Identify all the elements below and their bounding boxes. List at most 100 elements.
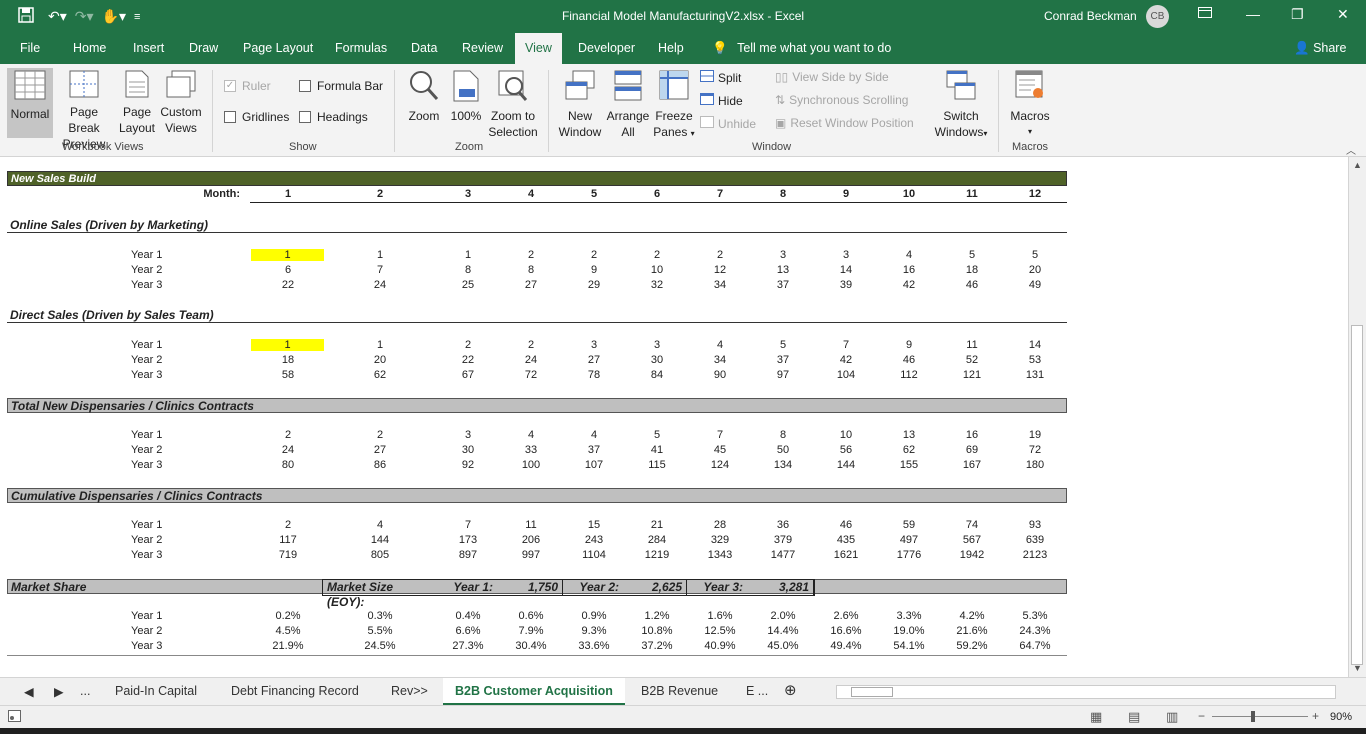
tab-home[interactable]: Home bbox=[73, 41, 106, 55]
data-cell[interactable]: 2 bbox=[506, 249, 556, 261]
data-cell[interactable]: 1 bbox=[251, 339, 324, 351]
data-cell[interactable]: 62 bbox=[355, 369, 405, 381]
month-header-cell[interactable]: 2 bbox=[355, 188, 405, 200]
tab-file[interactable]: File bbox=[20, 41, 40, 55]
data-cell[interactable]: 72 bbox=[506, 369, 556, 381]
data-cell[interactable]: 134 bbox=[758, 459, 808, 471]
data-cell[interactable]: 4.5% bbox=[263, 625, 313, 637]
zoom-100-button[interactable]: 100% bbox=[448, 70, 484, 124]
data-cell[interactable]: 25 bbox=[443, 279, 493, 291]
data-cell[interactable]: 131 bbox=[1010, 369, 1060, 381]
avatar[interactable]: CB bbox=[1146, 5, 1169, 28]
data-cell[interactable]: 144 bbox=[821, 459, 871, 471]
data-cell[interactable]: 2.6% bbox=[821, 610, 871, 622]
data-cell[interactable]: 27 bbox=[355, 444, 405, 456]
sheet-tab-b2b-customer-acquisition[interactable]: B2B Customer Acquisition bbox=[443, 678, 625, 705]
data-cell[interactable]: 30.4% bbox=[506, 640, 556, 652]
data-cell[interactable]: 13 bbox=[758, 264, 808, 276]
market-size-year2-label[interactable]: Year 2: bbox=[563, 580, 623, 595]
data-cell[interactable]: 3 bbox=[632, 339, 682, 351]
data-cell[interactable]: 53 bbox=[1010, 354, 1060, 366]
data-cell[interactable]: 497 bbox=[884, 534, 934, 546]
data-cell[interactable]: 1621 bbox=[821, 549, 871, 561]
section-header[interactable]: Direct Sales (Driven by Sales Team) bbox=[7, 308, 1067, 323]
section-header[interactable]: Cumulative Dispensaries / Clinics Contra… bbox=[7, 488, 1067, 503]
data-cell[interactable]: 0.9% bbox=[569, 610, 619, 622]
sheet-tab-more-left[interactable]: ... bbox=[80, 684, 90, 698]
data-cell[interactable]: 14 bbox=[821, 264, 871, 276]
row-label[interactable]: Year 1 bbox=[131, 249, 162, 261]
data-cell[interactable]: 173 bbox=[443, 534, 493, 546]
data-cell[interactable]: 435 bbox=[821, 534, 871, 546]
data-cell[interactable]: 29 bbox=[569, 279, 619, 291]
sheet-tab-paid-in-capital[interactable]: Paid-In Capital bbox=[115, 684, 197, 698]
zoom-in-icon[interactable]: + bbox=[1312, 709, 1319, 723]
data-cell[interactable]: 19 bbox=[1010, 429, 1060, 441]
data-cell[interactable]: 10 bbox=[632, 264, 682, 276]
data-cell[interactable]: 37.2% bbox=[632, 640, 682, 652]
data-cell[interactable]: 1942 bbox=[947, 549, 997, 561]
data-cell[interactable]: 16 bbox=[947, 429, 997, 441]
data-cell[interactable]: 5.5% bbox=[355, 625, 405, 637]
data-cell[interactable]: 18 bbox=[947, 264, 997, 276]
headings-checkbox[interactable]: Headings bbox=[299, 110, 368, 124]
horizontal-scrollbar[interactable] bbox=[836, 685, 1336, 699]
row-label[interactable]: Year 2 bbox=[131, 354, 162, 366]
data-cell[interactable]: 19.0% bbox=[884, 625, 934, 637]
data-cell[interactable]: 4 bbox=[695, 339, 745, 351]
data-cell[interactable]: 41 bbox=[632, 444, 682, 456]
data-cell[interactable]: 24.3% bbox=[1010, 625, 1060, 637]
zoom-slider[interactable] bbox=[1212, 716, 1308, 717]
switch-windows-button[interactable]: Switch Windows▾ bbox=[930, 70, 992, 142]
data-cell[interactable]: 14.4% bbox=[758, 625, 808, 637]
data-cell[interactable]: 2 bbox=[355, 429, 405, 441]
zoom-level[interactable]: 90% bbox=[1330, 711, 1352, 723]
row-label[interactable]: Year 2 bbox=[131, 264, 162, 276]
data-cell[interactable]: 20 bbox=[1010, 264, 1060, 276]
freeze-panes-button[interactable]: Freeze Panes ▾ bbox=[652, 70, 696, 142]
data-cell[interactable]: 155 bbox=[884, 459, 934, 471]
normal-view-button[interactable]: Normal bbox=[7, 68, 53, 138]
data-cell[interactable]: 124 bbox=[695, 459, 745, 471]
data-cell[interactable]: 54.1% bbox=[884, 640, 934, 652]
normal-view-status-icon[interactable]: ▦ bbox=[1090, 709, 1102, 725]
data-cell[interactable]: 27 bbox=[506, 279, 556, 291]
data-cell[interactable]: 30 bbox=[632, 354, 682, 366]
data-cell[interactable]: 100 bbox=[506, 459, 556, 471]
data-cell[interactable]: 16 bbox=[884, 264, 934, 276]
data-cell[interactable]: 5 bbox=[758, 339, 808, 351]
reset-window-position-button[interactable]: ▣ Reset Window Position bbox=[775, 116, 914, 130]
sheet-tab-debt-financing-record[interactable]: Debt Financing Record bbox=[231, 684, 359, 698]
data-cell[interactable]: 2 bbox=[506, 339, 556, 351]
tab-page-layout[interactable]: Page Layout bbox=[243, 41, 313, 55]
market-size-year3-value[interactable]: 3,281 bbox=[747, 580, 814, 595]
data-cell[interactable]: 2 bbox=[263, 519, 313, 531]
data-cell[interactable]: 49 bbox=[1010, 279, 1060, 291]
data-cell[interactable]: 1343 bbox=[695, 549, 745, 561]
data-cell[interactable]: 1104 bbox=[569, 549, 619, 561]
data-cell[interactable]: 84 bbox=[632, 369, 682, 381]
data-cell[interactable]: 7 bbox=[443, 519, 493, 531]
data-cell[interactable]: 42 bbox=[821, 354, 871, 366]
market-size-year3-label[interactable]: Year 3: bbox=[687, 580, 747, 595]
data-cell[interactable]: 206 bbox=[506, 534, 556, 546]
data-cell[interactable]: 1776 bbox=[884, 549, 934, 561]
custom-views-button[interactable]: Custom Views bbox=[158, 70, 204, 136]
tab-review[interactable]: Review bbox=[462, 41, 503, 55]
collapse-ribbon-icon[interactable]: ︿ bbox=[1346, 142, 1356, 157]
data-cell[interactable]: 8 bbox=[443, 264, 493, 276]
data-cell[interactable]: 50 bbox=[758, 444, 808, 456]
data-cell[interactable]: 243 bbox=[569, 534, 619, 546]
data-cell[interactable]: 93 bbox=[1010, 519, 1060, 531]
data-cell[interactable]: 37 bbox=[758, 279, 808, 291]
data-cell[interactable]: 379 bbox=[758, 534, 808, 546]
row-label[interactable]: Year 2 bbox=[131, 444, 162, 456]
data-cell[interactable]: 2 bbox=[443, 339, 493, 351]
data-cell[interactable]: 20 bbox=[355, 354, 405, 366]
data-cell[interactable]: 4 bbox=[569, 429, 619, 441]
data-cell[interactable]: 3 bbox=[569, 339, 619, 351]
data-cell[interactable]: 1 bbox=[443, 249, 493, 261]
tab-developer[interactable]: Developer bbox=[578, 41, 635, 55]
data-cell[interactable]: 9 bbox=[569, 264, 619, 276]
data-cell[interactable]: 97 bbox=[758, 369, 808, 381]
